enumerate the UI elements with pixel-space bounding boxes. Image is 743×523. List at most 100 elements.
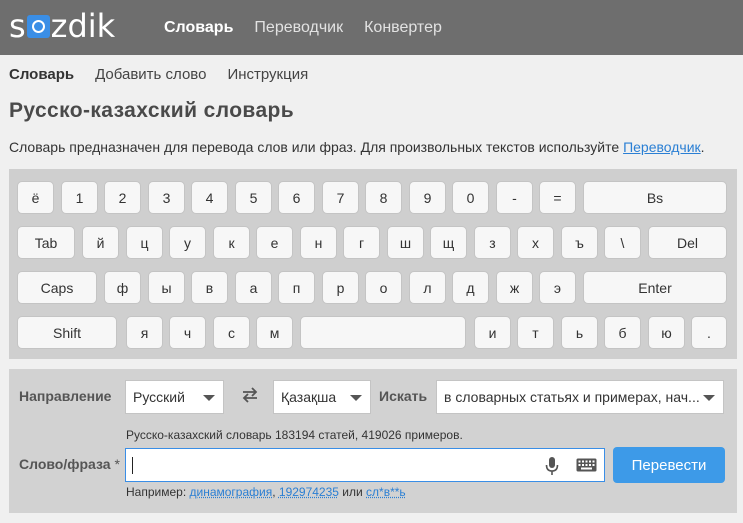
- key-enter[interactable]: Enter: [583, 271, 727, 304]
- dictionary-stats: Русско-казахский словарь 183194 статей, …: [126, 428, 463, 442]
- key-ts[interactable]: ц: [126, 226, 163, 259]
- page-description: Словарь предназначен для перевода слов и…: [9, 139, 705, 155]
- key-z[interactable]: з: [474, 226, 511, 259]
- logo-o-icon: [26, 15, 50, 38]
- key-e[interactable]: э: [539, 271, 576, 304]
- key-i[interactable]: и: [474, 316, 511, 349]
- phrase-label: Слово/фраза *: [19, 456, 120, 472]
- key-b[interactable]: б: [604, 316, 641, 349]
- virtual-keyboard: ё 1 2 3 4 5 6 7 8 9 0 - = Bs Tab й ц у к…: [9, 169, 737, 359]
- swap-languages-icon[interactable]: [239, 384, 261, 406]
- key-equals[interactable]: =: [539, 181, 576, 214]
- description-text: Словарь предназначен для перевода слов и…: [9, 139, 624, 155]
- key-1[interactable]: 1: [61, 181, 98, 214]
- key-f[interactable]: ф: [104, 271, 141, 304]
- key-n[interactable]: н: [300, 226, 337, 259]
- key-s[interactable]: с: [213, 316, 250, 349]
- key-hard-sign[interactable]: ъ: [561, 226, 598, 259]
- example-link-3[interactable]: сл*в**ь: [366, 485, 406, 499]
- search-scope-label: Искать: [379, 388, 428, 404]
- key-a[interactable]: а: [235, 271, 272, 304]
- example-link-1[interactable]: динамография: [189, 485, 272, 499]
- main-nav: Словарь Переводчик Конвертер: [164, 0, 463, 55]
- key-3[interactable]: 3: [148, 181, 185, 214]
- nav-converter[interactable]: Конвертер: [364, 19, 442, 37]
- key-minus[interactable]: -: [496, 181, 533, 214]
- top-bar: s zdik Словарь Переводчик Конвертер: [0, 0, 743, 55]
- key-m[interactable]: м: [256, 316, 293, 349]
- key-9[interactable]: 9: [409, 181, 446, 214]
- example-separator: ,: [272, 485, 279, 499]
- from-language-select[interactable]: Русский: [125, 380, 224, 414]
- key-6[interactable]: 6: [278, 181, 315, 214]
- key-tab[interactable]: Tab: [17, 226, 75, 259]
- subnav-add-word[interactable]: Добавить слово: [95, 66, 206, 83]
- key-8[interactable]: 8: [365, 181, 402, 214]
- subnav-dictionary[interactable]: Словарь: [9, 66, 74, 83]
- key-p[interactable]: п: [278, 271, 315, 304]
- translate-button[interactable]: Перевести: [613, 447, 725, 483]
- key-7[interactable]: 7: [322, 181, 359, 214]
- key-t[interactable]: т: [517, 316, 554, 349]
- nav-translator[interactable]: Переводчик: [254, 19, 343, 37]
- chevron-down-icon: [703, 395, 715, 401]
- chevron-down-icon: [203, 395, 215, 401]
- key-space[interactable]: [300, 316, 466, 349]
- phrase-input[interactable]: [125, 448, 605, 482]
- key-kh[interactable]: х: [517, 226, 554, 259]
- key-shch[interactable]: щ: [430, 226, 467, 259]
- keyboard-icon[interactable]: [576, 458, 597, 472]
- key-zh[interactable]: ж: [496, 271, 533, 304]
- key-d[interactable]: д: [452, 271, 489, 304]
- page-title: Русско-казахский словарь: [9, 99, 295, 122]
- key-ya[interactable]: я: [126, 316, 163, 349]
- key-sh[interactable]: ш: [387, 226, 424, 259]
- key-delete[interactable]: Del: [648, 226, 727, 259]
- chevron-down-icon: [350, 395, 362, 401]
- search-scope-value: в словарных статьях и примерах, нач...: [444, 389, 700, 405]
- direction-label: Направление: [19, 388, 112, 404]
- required-mark: *: [114, 456, 120, 472]
- key-yu[interactable]: ю: [648, 316, 685, 349]
- search-scope-select[interactable]: в словарных статьях и примерах, нач...: [436, 380, 724, 414]
- from-language-value: Русский: [133, 389, 185, 405]
- key-l[interactable]: л: [409, 271, 446, 304]
- logo[interactable]: s zdik: [9, 6, 115, 46]
- key-soft-sign[interactable]: ь: [561, 316, 598, 349]
- key-g[interactable]: г: [343, 226, 380, 259]
- key-yi[interactable]: й: [82, 226, 119, 259]
- key-2[interactable]: 2: [104, 181, 141, 214]
- examples-line: Например: динамография, 192974235 или сл…: [126, 485, 406, 499]
- key-backspace[interactable]: Bs: [583, 181, 727, 214]
- phrase-label-text: Слово/фраза: [19, 456, 111, 472]
- key-5[interactable]: 5: [235, 181, 272, 214]
- key-v[interactable]: в: [191, 271, 228, 304]
- key-caps[interactable]: Caps: [17, 271, 97, 304]
- text-cursor: [132, 457, 133, 474]
- key-period[interactable]: .: [691, 316, 727, 349]
- key-shift[interactable]: Shift: [17, 316, 117, 349]
- key-0[interactable]: 0: [452, 181, 489, 214]
- to-language-select[interactable]: Қазақша: [273, 380, 371, 414]
- key-ye[interactable]: е: [256, 226, 293, 259]
- description-end: .: [700, 139, 705, 155]
- translator-link[interactable]: Переводчик: [623, 139, 701, 155]
- microphone-icon[interactable]: [545, 456, 559, 476]
- key-r[interactable]: р: [322, 271, 359, 304]
- example-separator: или: [338, 485, 367, 499]
- logo-rest: zdik: [50, 7, 116, 45]
- example-link-2[interactable]: 192974235: [279, 485, 339, 499]
- key-u[interactable]: у: [169, 226, 206, 259]
- logo-s: s: [9, 7, 26, 45]
- key-y[interactable]: ы: [148, 271, 185, 304]
- to-language-value: Қазақша: [281, 389, 337, 405]
- key-yo[interactable]: ё: [17, 181, 54, 214]
- key-o[interactable]: о: [365, 271, 402, 304]
- examples-prefix: Например:: [126, 485, 190, 499]
- key-4[interactable]: 4: [191, 181, 228, 214]
- nav-dictionary[interactable]: Словарь: [164, 19, 233, 37]
- subnav-instruction[interactable]: Инструкция: [227, 66, 308, 83]
- key-backslash[interactable]: \: [604, 226, 641, 259]
- key-ch[interactable]: ч: [169, 316, 206, 349]
- key-k[interactable]: к: [213, 226, 250, 259]
